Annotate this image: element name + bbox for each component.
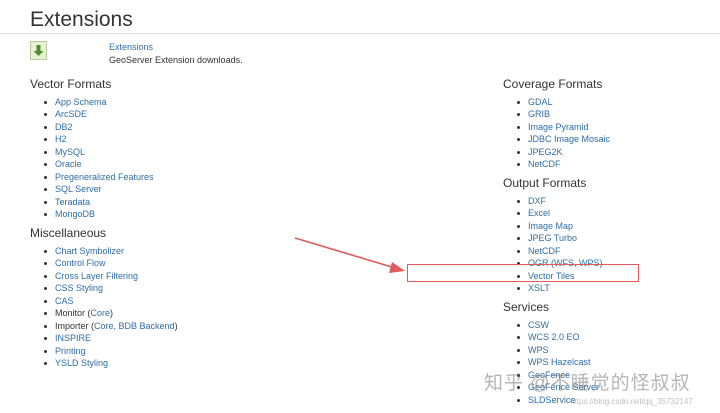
annotation-arrow	[294, 237, 405, 273]
watermark: 知乎 @不睡觉的怪叔叔	[484, 373, 691, 394]
watermark-url: https://blog.csdn.net/qq_35732147	[570, 397, 693, 406]
annotation-highlight-box	[407, 264, 639, 282]
